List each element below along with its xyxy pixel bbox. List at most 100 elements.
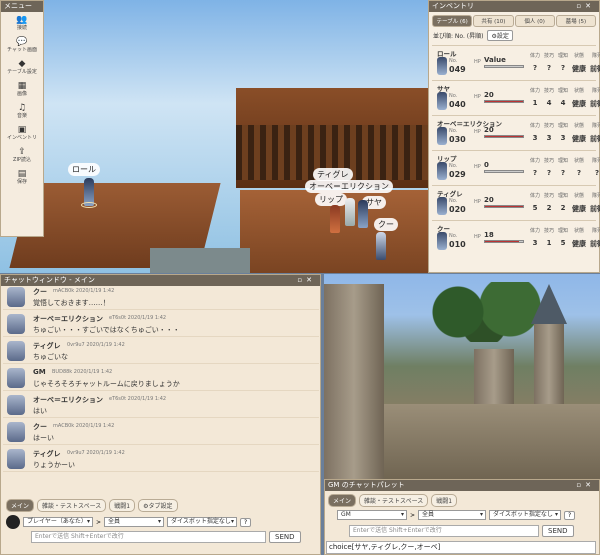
window-controls[interactable]: ▫✕ xyxy=(576,480,595,491)
avatar[interactable] xyxy=(7,395,25,415)
tab-chatter[interactable]: 雑談・テストスペース xyxy=(359,494,429,507)
avatar[interactable] xyxy=(7,287,25,307)
stat-header: 理知 xyxy=(558,123,569,129)
nameplate-role: ロール xyxy=(68,163,100,176)
settings-button[interactable]: ⚙設定 xyxy=(487,30,513,41)
menu-item-zip[interactable]: ⇪ ZIP読込 xyxy=(1,144,43,166)
character-token-saya[interactable] xyxy=(358,200,368,228)
stat-values: ??? 健康前衛 xyxy=(530,64,600,74)
character-avatar[interactable] xyxy=(437,162,447,180)
menu-item-save[interactable]: ▤ 保存 xyxy=(1,166,43,188)
inventory-card[interactable]: ロールNo.049HPValue体力技巧理知状態隊列???健康前衛 xyxy=(432,45,600,78)
palette-list[interactable]: choice[サヤ,ティグレ,クー,オーベ] xyxy=(326,541,596,554)
chat-title-bar[interactable]: チャットウィンドウ - メイン ▫✕ xyxy=(1,275,320,286)
tab-chatter[interactable]: 雑談・テストスペース xyxy=(37,499,107,512)
window-controls[interactable]: ▫✕ xyxy=(576,1,595,12)
stat-header: 理知 xyxy=(558,88,569,94)
city-background xyxy=(150,248,250,273)
chat-input[interactable]: Enterで送信 Shift+Enterで改行 xyxy=(31,531,266,543)
menu-item-table-settings[interactable]: ◆ テーブル設定 xyxy=(1,56,43,78)
sort-row: 並び順: No. (昇順) ⚙設定 xyxy=(429,28,599,43)
avatar[interactable] xyxy=(7,341,25,361)
dicebot-select[interactable]: ダイスボット指定なし xyxy=(489,510,562,520)
palette-title-bar[interactable]: GM のチャットパレット ▫✕ xyxy=(325,480,599,491)
avatar[interactable] xyxy=(7,422,25,442)
target-select[interactable]: 全員 xyxy=(418,510,487,520)
menu-item-music[interactable]: ♫ 音楽 xyxy=(1,100,43,122)
chat-message: クー mACB0k 2020/1/19 1:42 はーい xyxy=(3,421,319,445)
stat-headers: 体力 技巧 理知 状態 隊列 xyxy=(530,227,600,234)
stat-header: 状態 xyxy=(573,123,584,129)
inventory-title-bar[interactable]: インベントリ ▫✕ xyxy=(429,1,599,12)
menu-title-bar[interactable]: メニュー xyxy=(1,1,43,12)
palette-entry[interactable]: choice[サヤ,ティグレ,クー,オーベ] xyxy=(329,543,440,551)
tab-personal[interactable]: 個人 (0) xyxy=(514,15,555,27)
tab-shared[interactable]: 共有 (10) xyxy=(473,15,514,27)
stat-value: 2 xyxy=(560,204,566,212)
character-token-aube[interactable] xyxy=(345,198,355,226)
character-token-ku[interactable] xyxy=(376,232,386,260)
character-avatar[interactable] xyxy=(437,57,447,75)
character-number: 029 xyxy=(449,170,466,179)
character-token-lip[interactable] xyxy=(330,205,340,233)
no-label: No. xyxy=(449,233,458,239)
send-button[interactable]: SEND xyxy=(269,531,301,543)
left-tower xyxy=(324,284,384,479)
hp-bar-fill xyxy=(485,206,523,207)
menu-item-connect[interactable]: 👥 接続 xyxy=(1,12,43,34)
tab-graveyard[interactable]: 墓場 (5) xyxy=(555,15,596,27)
tab-main[interactable]: メイン xyxy=(328,494,357,507)
palette-title: GM のチャットパレット xyxy=(328,481,405,489)
character-avatar[interactable] xyxy=(437,197,447,215)
tab-main[interactable]: メイン xyxy=(6,499,35,512)
stat-header: 隊列 xyxy=(591,193,600,199)
chat-log[interactable]: クー mACB0k 2020/1/19 1:42 覚悟しておきます……！ オーベ＝エリ… xyxy=(3,286,319,492)
menu-item-inventory[interactable]: ▣ インベントリ xyxy=(1,122,43,144)
message-meta: eT6s0t 2020/1/19 1:42 xyxy=(109,315,167,321)
dicebot-select[interactable]: ダイスボット指定なし xyxy=(167,517,238,527)
sender-select[interactable]: GM xyxy=(337,510,407,520)
inventory-card[interactable]: クーNo.010HP18体力技巧理知状態隊列315健康前衛 xyxy=(432,220,600,253)
tab-table[interactable]: テーブル (6) xyxy=(432,15,473,27)
inventory-card[interactable]: オーベ＝エリクションNo.030HP20体力技巧理知状態隊列333健康前衛 xyxy=(432,115,600,148)
sender-select[interactable]: プレイヤー（あなた） xyxy=(23,517,93,527)
inventory-panel: インベントリ ▫✕ テーブル (6) 共有 (10) 個人 (0) 墓場 (5) … xyxy=(428,0,600,273)
arrow-label: > xyxy=(96,518,102,526)
stat-value: 5 xyxy=(532,204,538,212)
menu-label: 保存 xyxy=(16,179,27,185)
inventory-card[interactable]: ティグレNo.020HP20体力技巧理知状態隊列522健康前衛 xyxy=(432,185,600,218)
tab-battle[interactable]: 戦闘1 xyxy=(109,499,136,512)
hp-bar xyxy=(484,135,524,138)
tab-settings-button[interactable]: ⚙タブ設定 xyxy=(138,499,178,512)
menu-item-chat[interactable]: 💬 チャット画面 xyxy=(1,34,43,56)
stat-value: ? xyxy=(560,169,566,177)
send-button[interactable]: SEND xyxy=(542,525,574,537)
avatar-icon[interactable] xyxy=(6,515,20,529)
avatar[interactable] xyxy=(7,314,25,334)
tab-battle[interactable]: 戦闘1 xyxy=(431,494,458,507)
inventory-card[interactable]: リップ No. 029 HP 0 体力 技巧 理知 状態 隊列????? xyxy=(432,150,600,183)
hp-value: 20 xyxy=(484,126,494,134)
stat-value: ? xyxy=(560,64,566,72)
hp-bar xyxy=(484,170,524,173)
stat-values: 333健康前衛 xyxy=(530,134,600,144)
inventory-list: ロールNo.049HPValue体力技巧理知状態隊列???健康前衛サヤNo.04… xyxy=(429,45,600,253)
character-avatar[interactable] xyxy=(437,232,447,250)
inventory-card[interactable]: サヤNo.040HP20体力技巧理知状態隊列144健康前衛 xyxy=(432,80,600,113)
character-avatar[interactable] xyxy=(437,92,447,110)
target-select[interactable]: 全員 xyxy=(104,517,165,527)
menu-item-images[interactable]: ▦ 画像 xyxy=(1,78,43,100)
message-text: じゃそろそろチャットルームに戻りましょうか xyxy=(33,380,180,388)
palette-input[interactable]: Enterで送信 Shift+Enterで改行 xyxy=(349,525,539,537)
avatar[interactable] xyxy=(7,368,25,388)
chat-message: ティグレ 0vr9u7 2020/1/19 1:42 りょうかーい xyxy=(3,448,319,472)
menu-panel: メニュー 👥 接続 💬 チャット画面 ◆ テーブル設定 ▦ 画像 ♫ 音楽 ▣ インベントリ… xyxy=(0,0,44,237)
character-avatar[interactable] xyxy=(437,127,447,145)
sort-label[interactable]: 並び順: No. (昇順) xyxy=(433,31,483,40)
stat-values: 144健康前衛 xyxy=(530,99,600,109)
avatar[interactable] xyxy=(7,449,25,469)
stat-header: 隊列 xyxy=(591,158,600,164)
help-button[interactable]: ? xyxy=(240,517,252,527)
help-button[interactable]: ? xyxy=(564,510,576,520)
window-controls[interactable]: ▫✕ xyxy=(297,275,316,286)
